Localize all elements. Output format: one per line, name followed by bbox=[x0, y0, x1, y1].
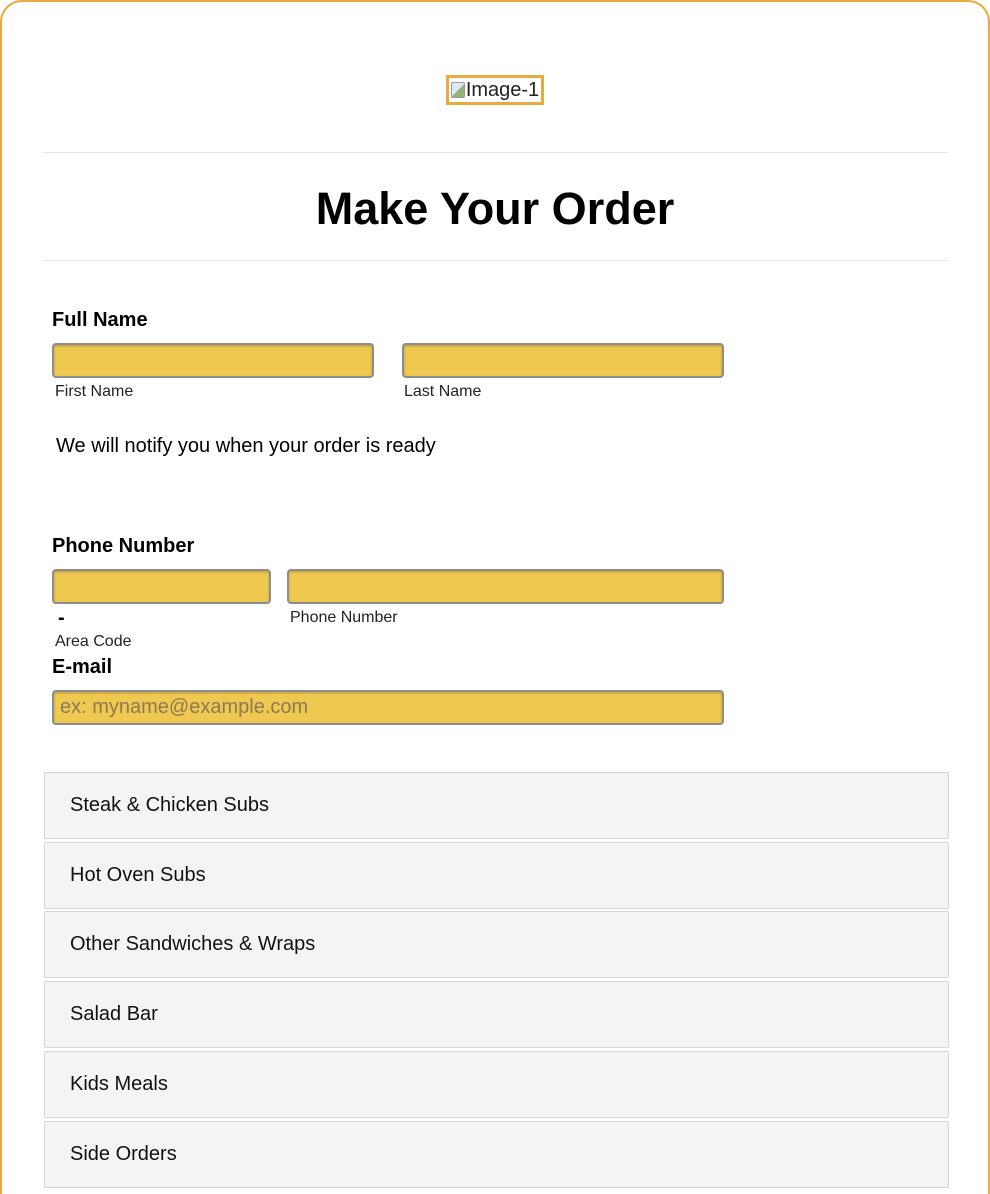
area-code-input[interactable] bbox=[52, 569, 271, 604]
last-name-sublabel: Last Name bbox=[404, 383, 482, 400]
category-hot-oven-subs[interactable]: Hot Oven Subs bbox=[44, 842, 949, 909]
last-name-input[interactable] bbox=[402, 343, 724, 378]
phone-number-label: Phone Number bbox=[52, 535, 195, 557]
category-label: Kids Meals bbox=[70, 1073, 168, 1095]
category-salad-bar[interactable]: Salad Bar bbox=[44, 981, 949, 1048]
category-kids-meals[interactable]: Kids Meals bbox=[44, 1051, 949, 1118]
first-name-sublabel: First Name bbox=[55, 383, 134, 400]
category-other-sandwiches-wraps[interactable]: Other Sandwiches & Wraps bbox=[44, 911, 949, 978]
category-side-orders[interactable]: Side Orders bbox=[44, 1121, 949, 1188]
page-title: Make Your Order bbox=[315, 183, 675, 234]
phone-separator: - bbox=[58, 607, 65, 629]
divider-top bbox=[43, 152, 948, 153]
logo-alt-text: Image-1 bbox=[465, 79, 540, 101]
area-code-sublabel: Area Code bbox=[55, 633, 132, 650]
category-label: Steak & Chicken Subs bbox=[70, 794, 269, 816]
phone-number-sublabel: Phone Number bbox=[290, 609, 398, 626]
notify-text: We will notify you when your order is re… bbox=[56, 435, 436, 457]
divider-bottom bbox=[43, 260, 948, 261]
category-label: Salad Bar bbox=[70, 1003, 158, 1025]
category-label: Other Sandwiches & Wraps bbox=[70, 933, 316, 955]
category-label: Hot Oven Subs bbox=[70, 864, 206, 886]
logo-area: Image-1 bbox=[2, 75, 988, 105]
email-label: E-mail bbox=[52, 656, 113, 678]
category-label: Side Orders bbox=[70, 1143, 177, 1165]
form-container: Image-1 Make Your Order Full Name First … bbox=[0, 0, 990, 1194]
phone-number-input[interactable] bbox=[287, 569, 724, 604]
email-input[interactable] bbox=[52, 690, 724, 725]
first-name-input[interactable] bbox=[52, 343, 374, 378]
full-name-label: Full Name bbox=[52, 309, 148, 331]
broken-image-icon bbox=[450, 82, 465, 98]
logo-image: Image-1 bbox=[445, 75, 545, 105]
category-steak-chicken-subs[interactable]: Steak & Chicken Subs bbox=[44, 772, 949, 839]
